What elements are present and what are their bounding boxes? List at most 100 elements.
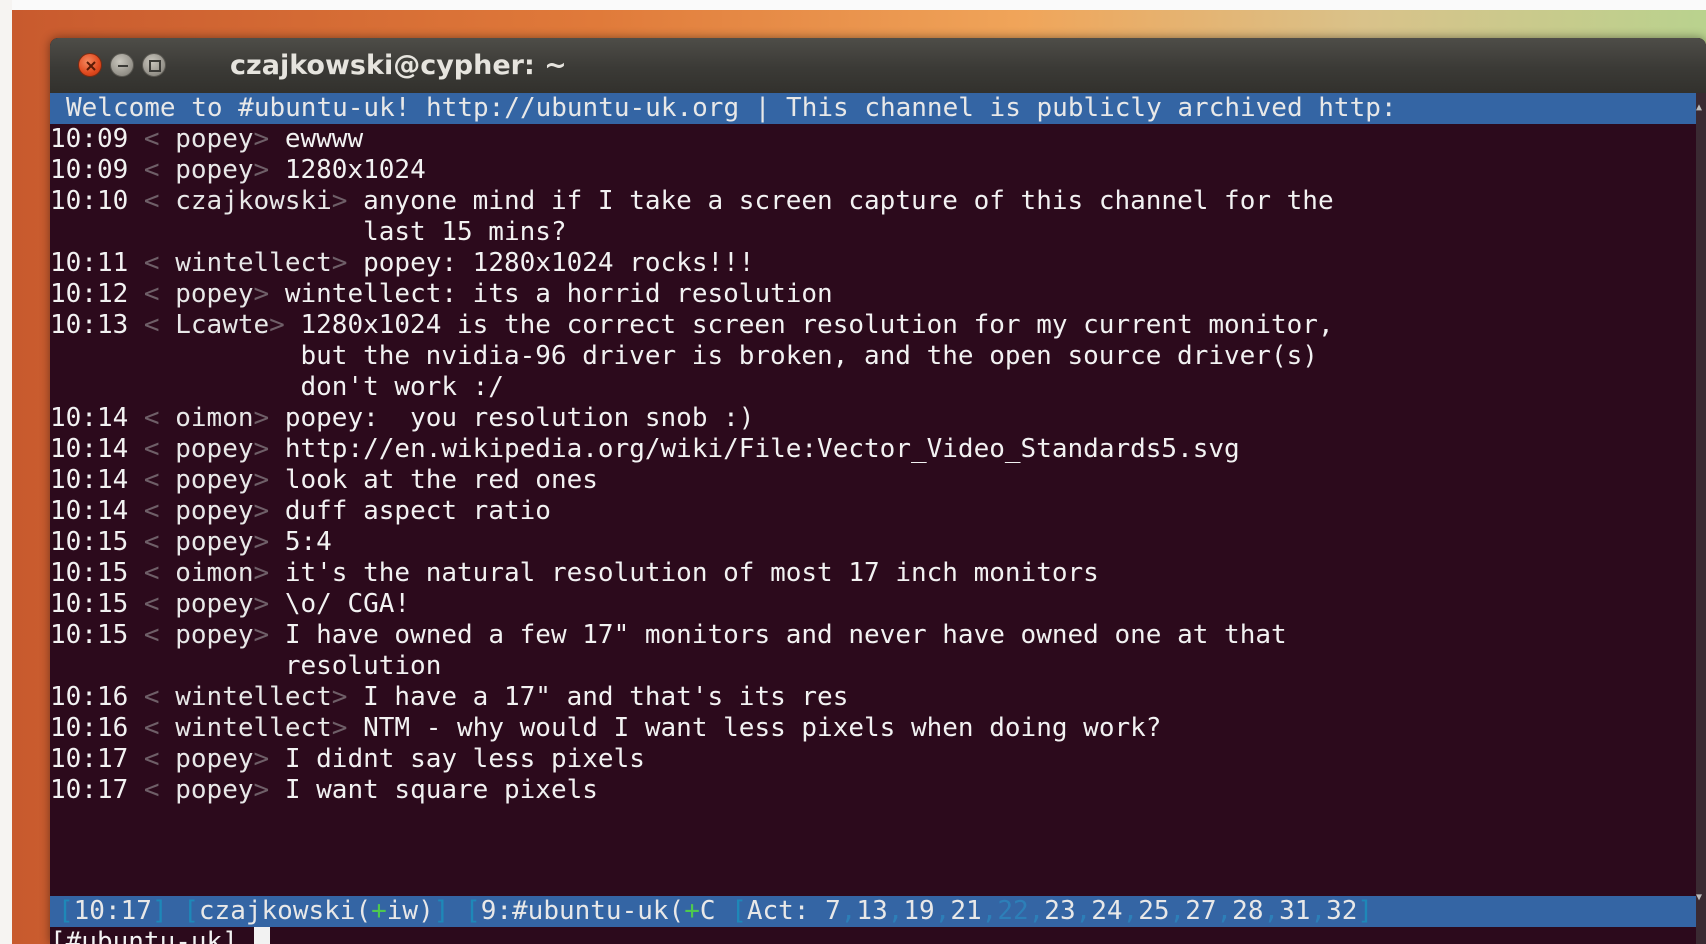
- message-text: \o/ CGA!: [284, 589, 411, 619]
- input-line[interactable]: [#ubuntu-uk]: [50, 927, 1696, 944]
- message-log: 10:09 < popey> ewwww 10:09 < popey> 1280x…: [50, 124, 1696, 806]
- activity-label: Act:: [746, 896, 826, 926]
- message-nick: popey: [175, 434, 254, 464]
- maximize-icon: [149, 60, 161, 72]
- message-nick: oimon: [175, 403, 254, 433]
- message-time: 10:12: [50, 279, 129, 309]
- status-usermode: iw: [386, 896, 419, 926]
- message-line: 10:15 < popey> I have owned a few 17" mo…: [50, 620, 1287, 650]
- minimize-button[interactable]: [110, 53, 134, 77]
- status-channel-mode: C: [699, 896, 716, 926]
- message-line: 10:14 < popey> http://en.wikipedia.org/w…: [50, 434, 1240, 464]
- message-line: 10:15 < popey> \o/ CGA!: [50, 589, 411, 619]
- message-nick: czajkowski: [175, 186, 332, 216]
- message-time: 10:16: [50, 682, 129, 712]
- message-continuation: last 15 mins?: [50, 217, 1696, 248]
- message-line: 10:10 < czajkowski> anyone mind if I tak…: [50, 186, 1334, 216]
- channel-topic: Welcome to #ubuntu-uk! http://ubuntu-uk.…: [50, 93, 1696, 124]
- window-title: czajkowski@cypher: ~: [230, 50, 567, 81]
- message-text: I want square pixels: [284, 775, 598, 805]
- message-nick: popey: [175, 496, 254, 526]
- message-nick: wintellect: [175, 248, 332, 278]
- message-continuation: resolution: [50, 651, 1696, 682]
- scroll-down-icon[interactable]: ▼: [1696, 893, 1706, 903]
- message-nick: popey: [175, 124, 254, 154]
- message-line: 10:15 < oimon> it's the natural resoluti…: [50, 558, 1099, 588]
- maximize-button[interactable]: [142, 53, 166, 77]
- message-line: 10:09 < popey> ewwww: [50, 124, 364, 154]
- message-time: 10:09: [50, 124, 129, 154]
- close-button[interactable]: [78, 53, 102, 77]
- activity-item: 13: [856, 896, 888, 926]
- message-nick: popey: [175, 465, 254, 495]
- message-line: 10:12 < popey> wintellect: its a horrid …: [50, 279, 833, 309]
- message-continuation: don't work :/: [50, 372, 1696, 403]
- message-nick: oimon: [175, 558, 254, 588]
- message-line: 10:14 < oimon> popey: you resolution sno…: [50, 403, 755, 433]
- message-nick: wintellect: [175, 713, 332, 743]
- minimize-icon: [118, 65, 128, 67]
- message-continuation: but the nvidia-96 driver is broken, and …: [50, 341, 1696, 372]
- message-line: 10:14 < popey> look at the red ones: [50, 465, 598, 495]
- activity-item: 25: [1138, 896, 1170, 926]
- close-icon: [86, 61, 96, 71]
- status-channel: 9:#ubuntu-uk(: [480, 896, 685, 926]
- activity-item: 31: [1279, 896, 1311, 926]
- message-line: 10:16 < wintellect> I have a 17" and tha…: [50, 682, 849, 712]
- desktop-edge: [0, 0, 12, 944]
- message-text: 1280x1024 is the correct screen resoluti…: [300, 310, 1334, 340]
- message-text: I have a 17" and that's its res: [363, 682, 849, 712]
- message-text: last 15 mins?: [363, 217, 567, 247]
- scrollbar[interactable]: ▲ ▼: [1696, 93, 1706, 944]
- message-nick: popey: [175, 155, 254, 185]
- message-text: ewwww: [284, 124, 364, 154]
- message-time: 10:10: [50, 186, 129, 216]
- message-time: 10:16: [50, 713, 129, 743]
- message-time: 10:14: [50, 465, 129, 495]
- activity-item: 28: [1232, 896, 1264, 926]
- message-time: 10:15: [50, 589, 129, 619]
- message-nick: popey: [175, 744, 254, 774]
- activity-list: 7,13,19,21,22,23,24,25,27,28,31,32: [825, 896, 1358, 926]
- message-text: wintellect: its a horrid resolution: [284, 279, 833, 309]
- message-time: 10:15: [50, 527, 129, 557]
- message-time: 10:09: [50, 155, 129, 185]
- message-text: popey: you resolution snob :): [284, 403, 755, 433]
- message-line: 10:15 < popey> 5:4: [50, 527, 332, 557]
- activity-item: 19: [903, 896, 935, 926]
- scroll-up-icon[interactable]: ▲: [1696, 103, 1706, 113]
- activity-item: 21: [950, 896, 982, 926]
- message-time: 10:14: [50, 496, 129, 526]
- activity-item: 32: [1326, 896, 1358, 926]
- message-text: duff aspect ratio: [284, 496, 551, 526]
- message-text: anyone mind if I take a screen capture o…: [363, 186, 1334, 216]
- message-text: 5:4: [284, 527, 332, 557]
- text-cursor: [253, 927, 270, 944]
- status-bar: [10:17] [czajkowski(+iw)] [9:#ubuntu-uk(…: [50, 896, 1696, 927]
- message-nick: popey: [175, 527, 254, 557]
- terminal-area[interactable]: Welcome to #ubuntu-uk! http://ubuntu-uk.…: [50, 93, 1706, 944]
- activity-item: 24: [1091, 896, 1123, 926]
- message-text: I have owned a few 17" monitors and neve…: [284, 620, 1287, 650]
- message-time: 10:14: [50, 403, 129, 433]
- desktop-top-edge: [12, 0, 1706, 10]
- message-time: 10:14: [50, 434, 129, 464]
- message-text: http://en.wikipedia.org/wiki/File:Vector…: [284, 434, 1240, 464]
- message-time: 10:17: [50, 744, 129, 774]
- message-text: look at the red ones: [284, 465, 598, 495]
- message-text: it's the natural resolution of most 17 i…: [284, 558, 1099, 588]
- message-line: 10:17 < popey> I didnt say less pixels: [50, 744, 645, 774]
- activity-item: 7: [825, 896, 841, 926]
- message-line: 10:13 < Lcawte> 1280x1024 is the correct…: [50, 310, 1334, 340]
- message-line: 10:16 < wintellect> NTM - why would I wa…: [50, 713, 1162, 743]
- message-text: don't work :/: [300, 372, 504, 402]
- message-line: 10:17 < popey> I want square pixels: [50, 775, 598, 805]
- window-titlebar[interactable]: czajkowski@cypher: ~: [50, 38, 1706, 93]
- input-prompt: [#ubuntu-uk]: [50, 927, 254, 944]
- terminal-window: czajkowski@cypher: ~ Welcome to #ubuntu-…: [50, 38, 1706, 944]
- message-text: NTM - why would I want less pixels when …: [363, 713, 1162, 743]
- message-text: 1280x1024: [284, 155, 426, 185]
- message-text: I didnt say less pixels: [284, 744, 645, 774]
- status-time: 10:17: [73, 896, 152, 926]
- activity-item: 22: [997, 896, 1029, 926]
